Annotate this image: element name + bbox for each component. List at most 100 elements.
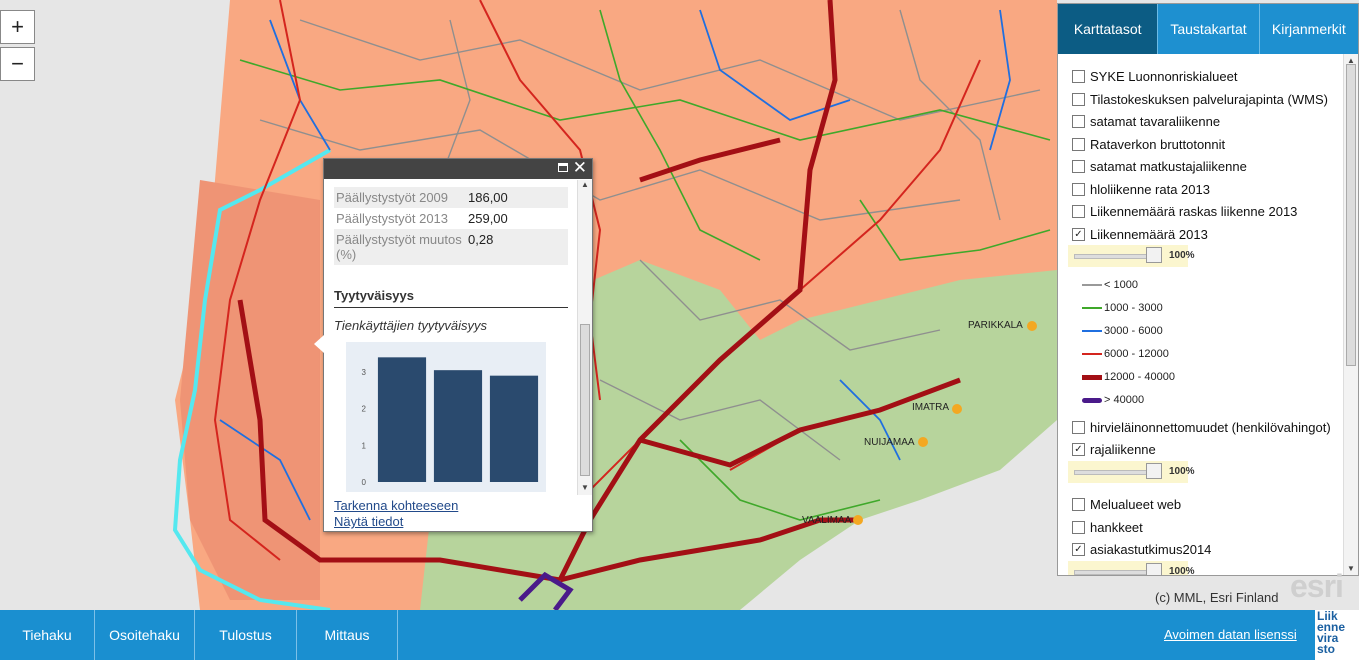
layer-checkbox[interactable] xyxy=(1072,421,1085,434)
scroll-thumb[interactable] xyxy=(1346,64,1356,366)
layer-checkbox[interactable]: ✓ xyxy=(1072,228,1085,241)
legend-swatch xyxy=(1082,397,1102,403)
road-search-button[interactable]: Tiehaku xyxy=(0,610,95,660)
panel-scrollbar[interactable]: ▲ ▼ xyxy=(1343,54,1358,575)
layer-checkbox[interactable] xyxy=(1072,205,1085,218)
tab-kirjanmerkit[interactable]: Kirjanmerkit xyxy=(1260,4,1358,54)
layer-label: Melualueet web xyxy=(1090,497,1182,512)
y-tick-label: 3 xyxy=(362,368,367,377)
legend-label: 6000 - 12000 xyxy=(1104,348,1169,360)
slider-handle[interactable] xyxy=(1146,247,1162,263)
layer-checkbox[interactable] xyxy=(1072,115,1085,128)
layer-item[interactable]: hirvieläinonnettomuudet (henkilövahingot… xyxy=(1072,420,1331,435)
scroll-up-icon[interactable]: ▲ xyxy=(578,180,592,192)
y-tick-label: 2 xyxy=(362,405,367,414)
layer-item[interactable]: Melualueet web xyxy=(1072,497,1181,512)
info-popup: ✕ Päällystystyöt 2009 186,00 Päällystyst… xyxy=(314,158,593,532)
legend-item: < 1000 xyxy=(1082,279,1138,291)
panel-tabs: Karttatasot Taustakartat Kirjanmerkit xyxy=(1058,4,1358,54)
slider-handle[interactable] xyxy=(1146,463,1162,479)
layer-item[interactable]: Liikennemäärä raskas liikenne 2013 xyxy=(1072,204,1297,219)
place-label-vaalimaa: VAALIMAA xyxy=(802,515,852,526)
opacity-slider[interactable]: 100% xyxy=(1068,461,1195,483)
popup-pointer xyxy=(314,335,324,353)
legend-label: 3000 - 6000 xyxy=(1104,325,1163,337)
layer-label: Rataverkon bruttotonnit xyxy=(1090,137,1226,152)
scroll-down-icon[interactable]: ▼ xyxy=(1344,564,1358,573)
address-search-button[interactable]: Osoitehaku xyxy=(95,610,195,660)
attribute-value: 259,00 xyxy=(468,211,508,226)
layer-item[interactable]: ✓ rajaliikenne xyxy=(1072,442,1156,457)
layer-item[interactable]: ✓ Liikennemäärä 2013 xyxy=(1072,227,1208,242)
layer-item[interactable]: hloliikenne rata 2013 xyxy=(1072,182,1210,197)
layer-label: rajaliikenne xyxy=(1090,442,1156,457)
layer-checkbox[interactable] xyxy=(1072,160,1085,173)
layer-item[interactable]: SYKE Luonnonriskialueet xyxy=(1072,69,1237,84)
chart-bar xyxy=(377,357,427,482)
tab-taustakartat[interactable]: Taustakartat xyxy=(1158,4,1260,54)
layer-checkbox[interactable] xyxy=(1072,70,1085,83)
liikennevirasto-logo: Liik enne vira sto xyxy=(1315,610,1359,660)
layer-panel: Karttatasot Taustakartat Kirjanmerkit SY… xyxy=(1057,3,1359,576)
close-icon[interactable]: ✕ xyxy=(573,159,587,176)
show-details-link[interactable]: Näytä tiedot xyxy=(334,514,403,529)
opacity-slider[interactable]: 100% xyxy=(1068,561,1195,575)
legend-item: > 40000 xyxy=(1082,394,1144,406)
zoom-out-button[interactable]: − xyxy=(0,47,35,81)
layer-checkbox[interactable]: ✓ xyxy=(1072,543,1085,556)
layer-checkbox[interactable] xyxy=(1072,183,1085,196)
popup-scrollbar[interactable]: ▲ ▼ xyxy=(577,180,592,495)
popup-header: ✕ xyxy=(324,159,592,179)
section-title: Tyytyväisyys xyxy=(334,288,568,308)
layer-checkbox[interactable] xyxy=(1072,93,1085,106)
slider-handle[interactable] xyxy=(1146,563,1162,575)
map-view[interactable]: PARIKKALA IMATRA NUIJAMAA VAALIMAA + − ✕… xyxy=(0,0,1359,610)
opacity-slider[interactable]: 100% xyxy=(1068,245,1195,267)
maximize-icon[interactable] xyxy=(558,163,568,172)
legend-item: 1000 - 3000 xyxy=(1082,302,1163,314)
scroll-thumb[interactable] xyxy=(580,324,590,476)
print-button[interactable]: Tulostus xyxy=(195,610,297,660)
scroll-down-icon[interactable]: ▼ xyxy=(578,483,592,495)
layer-label: Liikennemäärä 2013 xyxy=(1090,227,1208,242)
layer-label: SYKE Luonnonriskialueet xyxy=(1090,69,1238,84)
layer-label: satamat tavaraliikenne xyxy=(1090,114,1221,129)
place-label-imatra: IMATRA xyxy=(912,402,950,413)
measure-button[interactable]: Mittaus xyxy=(297,610,398,660)
legend-item: 12000 - 40000 xyxy=(1082,371,1175,383)
layer-item[interactable]: satamat tavaraliikenne xyxy=(1072,114,1220,129)
layer-label: hankkeet xyxy=(1090,520,1143,535)
layer-checkbox[interactable]: ✓ xyxy=(1072,443,1085,456)
opacity-value: 100% xyxy=(1169,250,1195,261)
layer-label: hloliikenne rata 2013 xyxy=(1090,182,1210,197)
y-tick-label: 0 xyxy=(362,478,367,487)
layer-item[interactable]: satamat matkustajaliikenne xyxy=(1072,159,1247,174)
esri-logo: esri xyxy=(1290,568,1344,604)
layer-item[interactable]: Tilastokeskuksen palvelurajapinta (WMS) xyxy=(1072,92,1328,107)
layer-checkbox[interactable] xyxy=(1072,498,1085,511)
attribute-key: Päällystystyöt 2009 xyxy=(336,190,449,205)
layer-checkbox[interactable] xyxy=(1072,521,1085,534)
open-data-license-link[interactable]: Avoimen datan lisenssi xyxy=(1164,627,1297,642)
zoom-in-button[interactable]: + xyxy=(0,10,35,44)
chart-bar xyxy=(489,375,539,482)
legend-label: 12000 - 40000 xyxy=(1104,371,1175,383)
layer-checkbox[interactable] xyxy=(1072,138,1085,151)
layer-item[interactable]: ✓ asiakastutkimus2014 xyxy=(1072,542,1211,557)
chart-caption: Tienkäyttäjien tyytyväisyys xyxy=(334,318,488,333)
layer-list: SYKE Luonnonriskialueet Tilastokeskuksen… xyxy=(1058,54,1344,575)
tab-karttatasot[interactable]: Karttatasot xyxy=(1058,4,1159,54)
legend-swatch xyxy=(1082,330,1102,332)
bar-chart-svg: 0 1 2 3 xyxy=(362,357,539,487)
zoom-to-feature-link[interactable]: Tarkenna kohteeseen xyxy=(334,498,458,513)
attribute-key: Päällystystyöt 2013 xyxy=(336,211,449,226)
table-row: Päällystystyöt muutos (%) 0,28 xyxy=(334,229,568,265)
layer-item[interactable]: hankkeet xyxy=(1072,520,1143,535)
attribute-table: Päällystystyöt 2009 186,00 Päällystystyö… xyxy=(334,187,568,265)
opacity-value: 100% xyxy=(1169,466,1195,477)
legend-label: 1000 - 3000 xyxy=(1104,302,1163,314)
popup-body: Päällystystyöt 2009 186,00 Päällystystyö… xyxy=(324,180,576,531)
layer-item[interactable]: Rataverkon bruttotonnit xyxy=(1072,137,1225,152)
attribute-key: Päällystystyöt muutos (%) xyxy=(336,232,462,262)
layer-label: Tilastokeskuksen palvelurajapinta (WMS) xyxy=(1090,92,1328,107)
